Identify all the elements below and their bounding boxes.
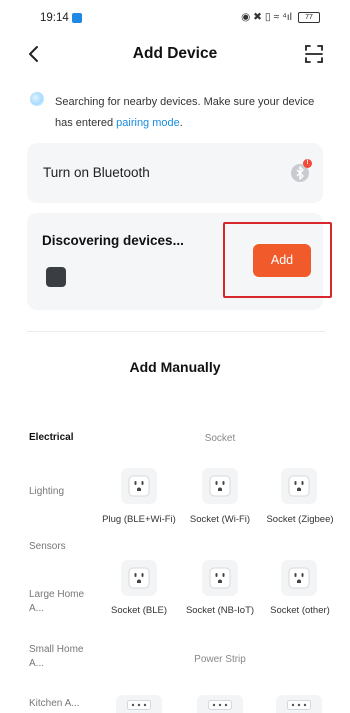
device-label: Plug (BLE+Wi-Fi) bbox=[102, 514, 176, 525]
socket-icon bbox=[209, 475, 231, 497]
status-time: 19:14 bbox=[40, 12, 69, 24]
add-button[interactable]: Add bbox=[253, 244, 311, 277]
socket-icon bbox=[128, 475, 150, 497]
power-strip-icon bbox=[127, 700, 151, 710]
socket-icon bbox=[288, 475, 310, 497]
device-tile-socket-ble[interactable] bbox=[121, 560, 157, 596]
device-tile-power-strip[interactable] bbox=[276, 695, 322, 713]
device-tile-socket-wifi[interactable] bbox=[202, 468, 238, 504]
device-label: Socket (other) bbox=[270, 605, 330, 616]
socket-icon bbox=[288, 567, 310, 589]
device-label: Socket (Zigbee) bbox=[266, 514, 334, 525]
page-title: Add Device bbox=[132, 45, 218, 62]
device-tile-power-strip[interactable] bbox=[116, 695, 162, 713]
device-tile-socket-other[interactable] bbox=[281, 560, 317, 596]
device-label: Socket (BLE) bbox=[111, 605, 167, 616]
scan-icon bbox=[305, 45, 323, 63]
device-label: Socket (NB-IoT) bbox=[185, 605, 255, 616]
add-manually-title: Add Manually bbox=[129, 359, 221, 375]
category-small-home-appliances[interactable]: Small Home A... bbox=[29, 643, 87, 671]
status-bar: 19:14 ◉ ✖ ▯ ≈ ⁴ıl 77 bbox=[0, 0, 350, 34]
category-sensors[interactable]: Sensors bbox=[29, 540, 99, 554]
bluetooth-label: Turn on Bluetooth bbox=[43, 165, 150, 180]
battery-icon: 77 bbox=[298, 12, 320, 23]
device-tile-power-strip[interactable] bbox=[197, 695, 243, 713]
group-title-socket: Socket bbox=[204, 433, 236, 444]
category-kitchen-appliances[interactable]: Kitchen A... bbox=[29, 697, 87, 711]
socket-icon bbox=[209, 567, 231, 589]
pairing-mode-link[interactable]: pairing mode bbox=[116, 117, 180, 129]
discovering-label: Discovering devices... bbox=[42, 233, 184, 248]
searching-icon bbox=[30, 92, 44, 106]
search-hint-text: Searching for nearby devices. Make sure … bbox=[55, 96, 315, 129]
power-strip-icon bbox=[208, 700, 232, 710]
power-strip-icon bbox=[287, 700, 311, 710]
search-hint-suffix: . bbox=[179, 117, 183, 129]
divider bbox=[27, 331, 325, 332]
device-tile-socket-nb-iot[interactable] bbox=[202, 560, 238, 596]
device-tile-plug-ble-wifi[interactable] bbox=[121, 468, 157, 504]
scan-button[interactable] bbox=[302, 42, 326, 66]
socket-icon bbox=[128, 567, 150, 589]
category-lighting[interactable]: Lighting bbox=[29, 485, 99, 499]
category-large-home-appliances[interactable]: Large Home A... bbox=[29, 588, 87, 616]
category-electrical[interactable]: Electrical bbox=[29, 431, 99, 445]
device-tile-socket-zigbee[interactable] bbox=[281, 468, 317, 504]
group-title-power-strip: Power Strip bbox=[194, 654, 246, 665]
notification-icon bbox=[72, 13, 82, 23]
bluetooth-card[interactable]: Turn on Bluetooth ! bbox=[27, 143, 323, 203]
device-label: Socket (Wi-Fi) bbox=[189, 514, 251, 525]
status-icons: ◉ ✖ ▯ ≈ ⁴ıl bbox=[241, 11, 292, 23]
search-hint: Searching for nearby devices. Make sure … bbox=[55, 92, 325, 134]
bluetooth-alert-badge: ! bbox=[303, 159, 312, 168]
discovered-device-icon[interactable] bbox=[46, 267, 66, 287]
